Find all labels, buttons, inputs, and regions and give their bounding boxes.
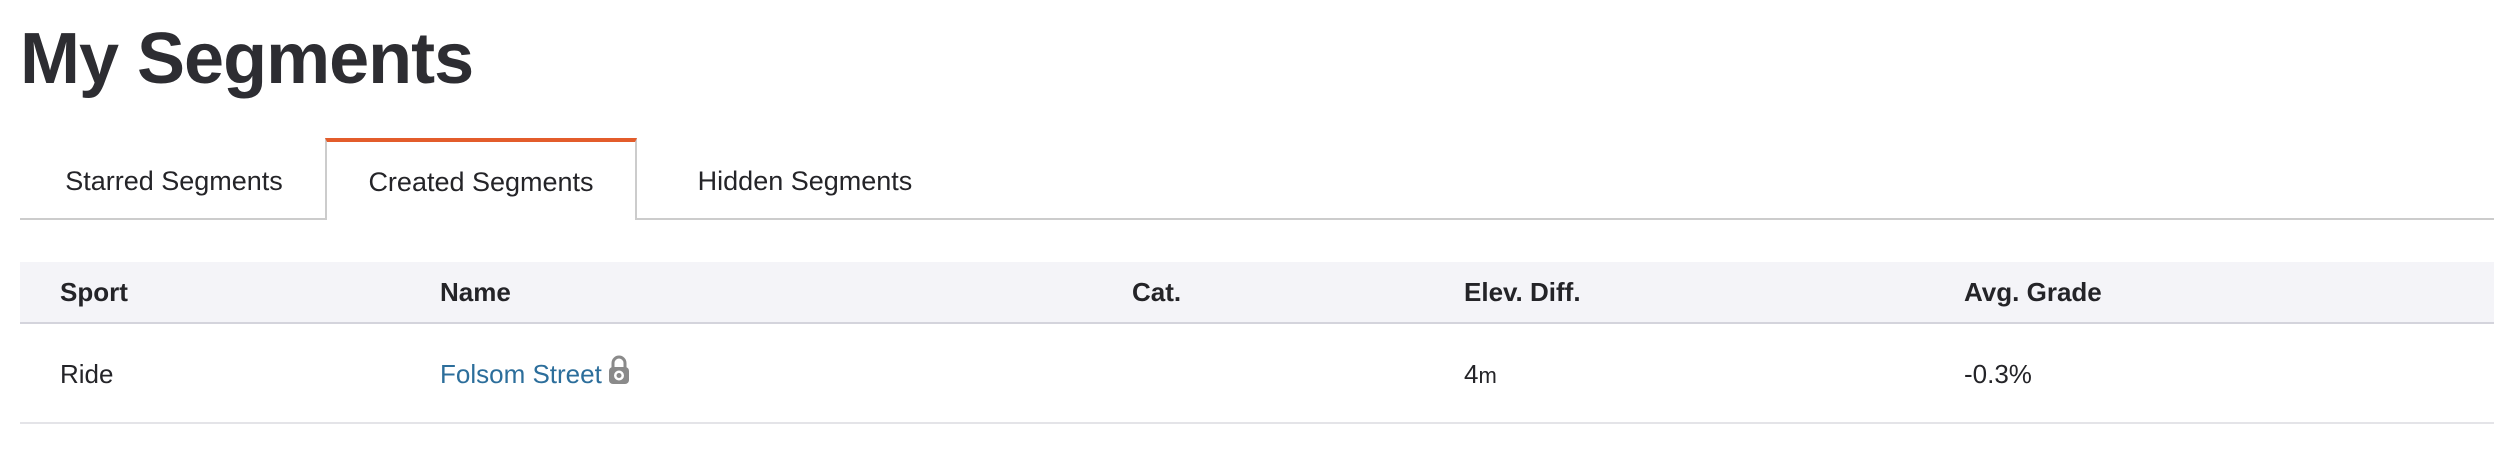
column-header-cat[interactable]: Cat. [1132, 262, 1181, 322]
row-elev-diff: 4m [1464, 324, 1497, 426]
row-name-cell: Folsom Street [440, 324, 630, 426]
table-header: Sport Name Cat. Elev. Diff. Avg. Grade [20, 262, 2494, 324]
segments-table: Sport Name Cat. Elev. Diff. Avg. Grade R… [20, 262, 2494, 424]
elev-unit: m [1478, 363, 1497, 388]
lock-icon [608, 326, 630, 426]
column-header-sport[interactable]: Sport [60, 262, 128, 322]
elev-value: 4 [1464, 359, 1479, 389]
column-header-elev-diff[interactable]: Elev. Diff. [1464, 262, 1581, 322]
column-header-avg-grade[interactable]: Avg. Grade [1964, 262, 2102, 322]
segment-name-link[interactable]: Folsom Street [440, 359, 602, 389]
tab-created-segments[interactable]: Created Segments [325, 138, 637, 220]
tab-hidden-segments[interactable]: Hidden Segments [637, 138, 973, 220]
table-row: Ride Folsom Street 4m -0.3% [20, 324, 2494, 424]
page-title: My Segments [20, 19, 474, 99]
row-sport: Ride [60, 359, 114, 389]
column-header-name[interactable]: Name [440, 262, 511, 322]
tab-starred-segments[interactable]: Starred Segments [20, 138, 328, 220]
row-avg-grade: -0.3% [1964, 359, 2032, 389]
segment-tabs: Starred Segments Created Segments Hidden… [20, 138, 2494, 220]
